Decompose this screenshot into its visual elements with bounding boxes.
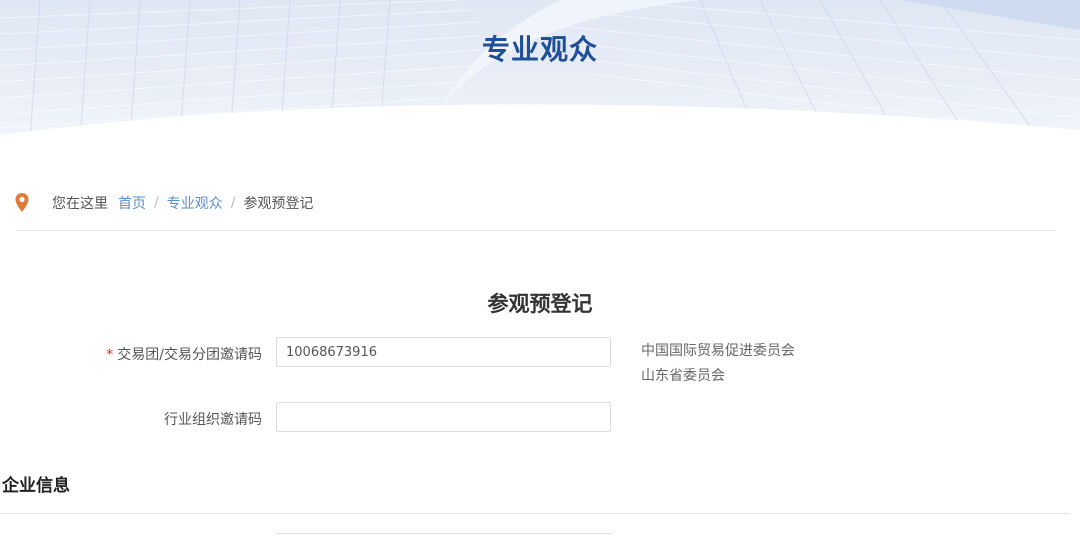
breadcrumb-professional-visitors-link[interactable]: 专业观众 [167, 193, 223, 213]
trade-group-invite-code-input[interactable] [276, 337, 611, 367]
header-banner: 专业观众 [0, 0, 1080, 145]
invite-organization-line: 山东省委员会 [641, 368, 725, 384]
form-title: 参观预登记 [487, 292, 593, 316]
banner-title: 专业观众 [481, 33, 598, 66]
trade-group-invite-code-label: * 交易团/交易分团邀请码 [0, 344, 262, 364]
breadcrumb-prefix: 您在这里 [52, 196, 108, 212]
breadcrumb-home-link[interactable]: 首页 [118, 193, 146, 213]
company-info-section-title: 企业信息 [2, 476, 70, 496]
industry-org-invite-code-label: 行业组织邀请码 [164, 412, 262, 428]
breadcrumb-divider [16, 230, 1056, 231]
location-pin-icon [15, 193, 29, 212]
breadcrumb: 您在这里 首页 / 专业观众 / 参观预登记 [14, 190, 313, 216]
section-divider [0, 513, 1070, 514]
trade-group-invite-code-label-text: 交易团/交易分团邀请码 [117, 347, 262, 363]
required-asterisk: * [106, 347, 114, 363]
banner-background [0, 0, 1080, 145]
invite-organization-line: 中国国际贸易促进委员会 [641, 343, 795, 359]
breadcrumb-separator: / [230, 195, 236, 211]
breadcrumb-current: 参观预登记 [243, 196, 314, 212]
invite-organization-info: 中国国际贸易促进委员会 山东省委员会 [641, 339, 795, 389]
breadcrumb-separator: / [154, 195, 159, 211]
industry-org-invite-code-input[interactable] [276, 402, 611, 432]
